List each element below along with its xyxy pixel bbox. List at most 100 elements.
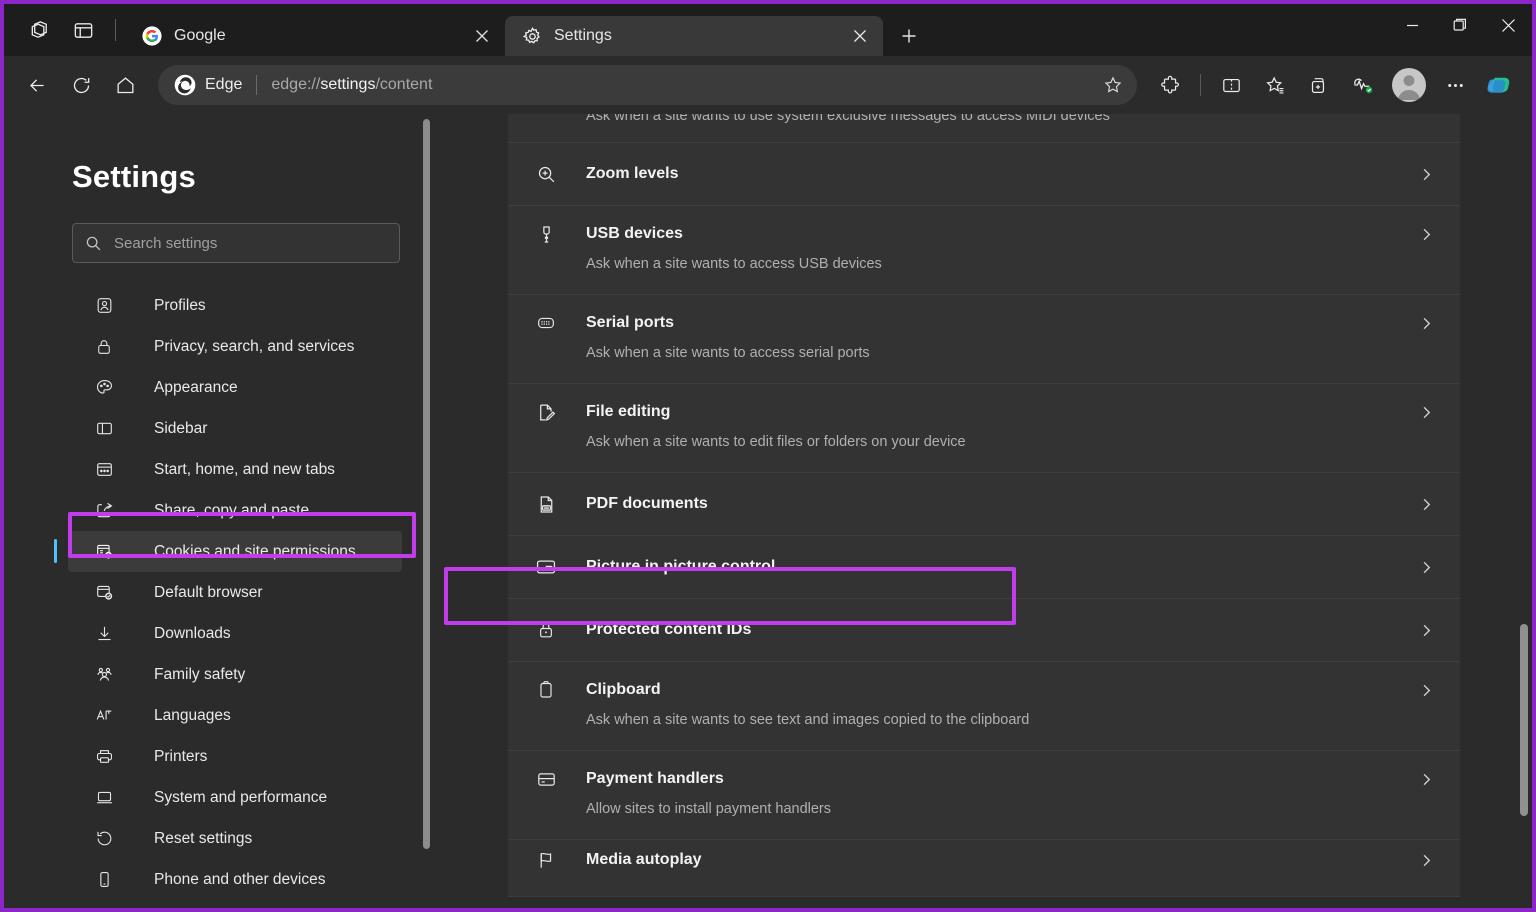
row-subtitle: Ask when a site wants to see text and im… [586, 712, 1030, 728]
sidebar-item-label: Phone and other devices [154, 870, 326, 888]
settings-sidebar: Settings Profiles [4, 114, 436, 908]
row-subtitle: Ask when a site wants to use system excl… [586, 114, 1110, 124]
sidebar-icon [94, 419, 114, 439]
sidebar-item-share-copy-paste[interactable]: Share, copy and paste [68, 490, 402, 531]
extensions-icon[interactable] [1149, 65, 1191, 105]
sidebar-item-phone-and-other-devices[interactable]: Phone and other devices [68, 859, 402, 900]
pdf-icon [534, 492, 558, 516]
search-icon [85, 235, 102, 252]
table-row-picture-in-picture-control[interactable]: Picture in picture control [508, 536, 1460, 599]
zoom-icon [534, 162, 558, 186]
sidebar-item-printers[interactable]: Printers [68, 736, 402, 777]
sidebar-scrollbar-thumb[interactable] [423, 119, 430, 849]
lock-icon [94, 337, 114, 357]
favorites-icon[interactable] [1254, 65, 1296, 105]
collections-icon[interactable] [1298, 65, 1340, 105]
address-bar-divider [256, 75, 258, 95]
content-column: Ask when a site wants to use system excl… [508, 114, 1460, 908]
table-row-pdf-documents[interactable]: PDF documents [508, 473, 1460, 536]
row-subtitle [508, 874, 1434, 896]
sidebar-item-languages[interactable]: Languages [68, 695, 402, 736]
search-input[interactable] [114, 234, 387, 252]
workspaces-icon[interactable] [18, 10, 60, 50]
avatar[interactable] [1392, 68, 1426, 102]
row-title: File editing [586, 403, 671, 420]
table-row-file-editing[interactable]: File editing Ask when a site wants to ed… [508, 384, 1460, 473]
table-row-usb-devices[interactable]: USB devices Ask when a site wants to acc… [508, 206, 1460, 295]
minimize-button[interactable] [1388, 4, 1436, 46]
sidebar-item-sidebar[interactable]: Sidebar [68, 408, 402, 449]
table-row-clipboard[interactable]: Clipboard Ask when a site wants to see t… [508, 662, 1460, 751]
sidebar-item-cookies-and-site-permissions[interactable]: Cookies and site permissions [54, 531, 402, 572]
split-screen-icon[interactable] [1210, 65, 1252, 105]
sidebar-item-label: Downloads [154, 624, 231, 642]
row-title: Media autoplay [586, 851, 702, 868]
sidebar-item-profiles[interactable]: Profiles [68, 285, 402, 326]
sidebar-item-accessibility[interactable]: Accessibility [68, 900, 402, 908]
sidebar-item-label: Profiles [154, 296, 206, 314]
sidebar-item-label: Family safety [154, 665, 246, 683]
permissions-list: Ask when a site wants to use system excl… [508, 114, 1460, 897]
browser-essentials-icon[interactable] [1342, 65, 1384, 105]
maximize-button[interactable] [1436, 4, 1484, 46]
languages-icon [94, 706, 114, 726]
sidebar-item-privacy-search-services[interactable]: Privacy, search, and services [68, 326, 402, 367]
table-row-protected-content-ids[interactable]: Protected content IDs [508, 599, 1460, 662]
sidebar-item-family-safety[interactable]: Family safety [68, 654, 402, 695]
sidebar-item-label: Reset settings [154, 829, 253, 847]
sidebar-item-label: Default browser [154, 583, 263, 601]
url-path: /content [375, 76, 433, 93]
content-scrollbar-thumb[interactable] [1520, 624, 1528, 816]
sidebar-item-reset-settings[interactable]: Reset settings [68, 818, 402, 859]
gear-icon [521, 25, 543, 47]
table-row-midi-devices[interactable]: Ask when a site wants to use system excl… [508, 114, 1460, 143]
edge-label: Edge [205, 76, 243, 93]
settings-nav-list: Profiles Privacy, search, and services A… [4, 285, 436, 908]
row-title: Protected content IDs [586, 621, 752, 638]
row-title: Picture in picture control [586, 558, 776, 575]
tab-actions-icon[interactable] [62, 10, 104, 50]
refresh-icon[interactable] [60, 65, 102, 105]
chevron-right-icon [1418, 317, 1434, 330]
favorite-star-icon[interactable] [1095, 67, 1131, 103]
row-title: Zoom levels [586, 165, 679, 182]
usb-icon [534, 222, 558, 246]
table-row-serial-ports[interactable]: Serial ports Ask when a site wants to ac… [508, 295, 1460, 384]
table-row-payment-handlers[interactable]: Payment handlers Allow sites to install … [508, 751, 1460, 840]
default-browser-icon [94, 583, 114, 603]
url-host: settings [320, 76, 376, 93]
tab-title: Settings [554, 27, 612, 44]
tab-settings[interactable]: Settings [505, 16, 883, 56]
share-icon [94, 501, 114, 521]
reset-icon [94, 829, 114, 849]
sidebar-item-appearance[interactable]: Appearance [68, 367, 402, 408]
row-subtitle: Ask when a site wants to access USB devi… [586, 256, 882, 272]
close-icon[interactable] [469, 23, 495, 49]
tab-google[interactable]: Google [125, 16, 505, 56]
clipboard-icon [534, 678, 558, 702]
table-row-media-autoplay[interactable]: Media autoplay [508, 840, 1460, 897]
sidebar-item-system-and-performance[interactable]: System and performance [68, 777, 402, 818]
close-icon[interactable] [847, 23, 873, 49]
settings-page: Settings Profiles [4, 114, 1532, 908]
url-prefix: edge:// [271, 76, 321, 93]
home-icon[interactable] [104, 65, 146, 105]
copilot-icon[interactable] [1478, 65, 1520, 105]
url-text: edge://settings/content [271, 76, 1095, 94]
row-subtitle: Allow sites to install payment handlers [586, 801, 832, 817]
sidebar-item-label: Printers [154, 747, 208, 765]
sidebar-item-start-home-new-tabs[interactable]: Start, home, and new tabs [68, 449, 402, 490]
new-tab-button[interactable] [891, 18, 927, 54]
google-icon [141, 25, 163, 47]
chevron-right-icon [1418, 624, 1434, 637]
table-row-zoom-levels[interactable]: Zoom levels [508, 143, 1460, 206]
back-icon[interactable] [16, 65, 58, 105]
printer-icon [94, 747, 114, 767]
sidebar-item-default-browser[interactable]: Default browser [68, 572, 402, 613]
chevron-right-icon [1418, 498, 1434, 511]
close-button[interactable] [1484, 4, 1532, 46]
search-settings-box[interactable] [72, 223, 400, 263]
more-options-icon[interactable] [1434, 65, 1476, 105]
sidebar-item-downloads[interactable]: Downloads [68, 613, 402, 654]
address-bar[interactable]: Edge edge://settings/content [158, 65, 1137, 105]
